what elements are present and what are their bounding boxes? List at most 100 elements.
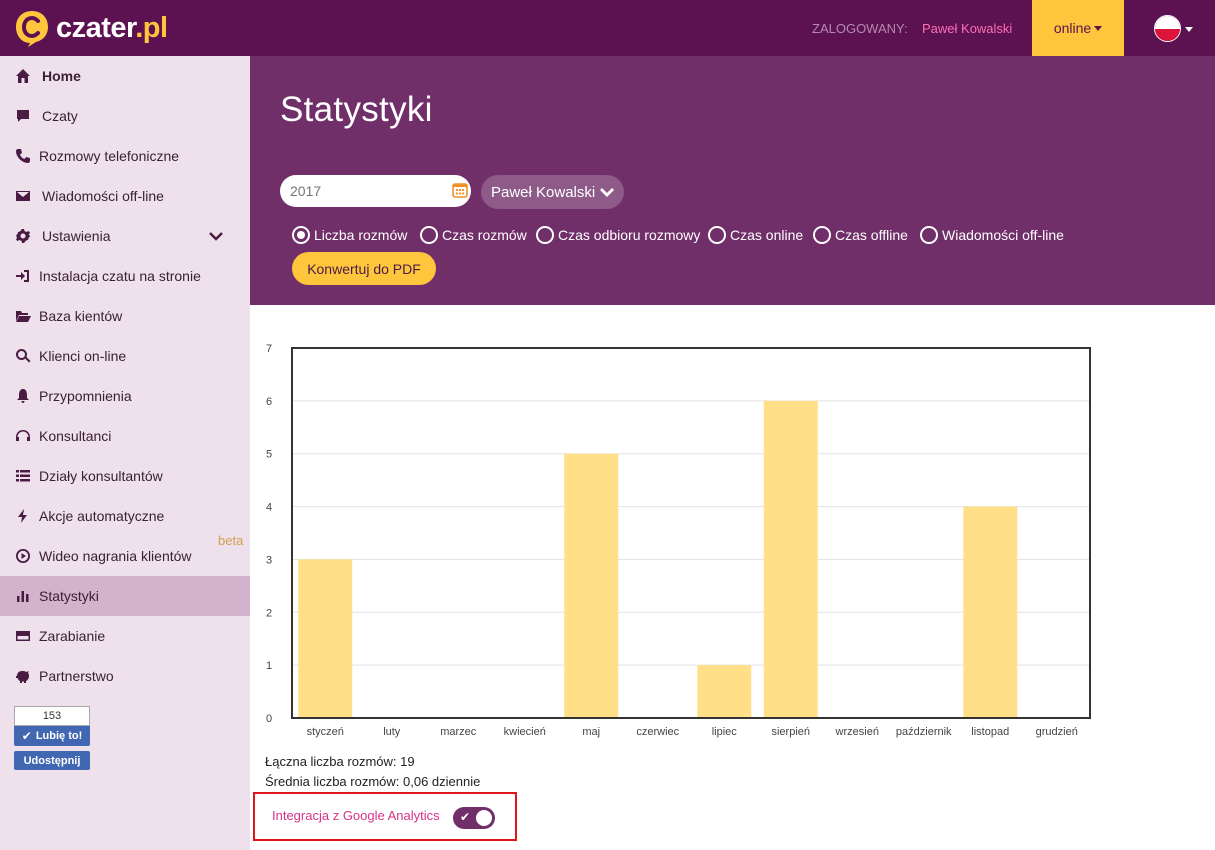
x-tick-label: marzec <box>440 726 477 738</box>
logged-in-user[interactable]: Paweł Kowalski <box>922 21 1012 36</box>
bar-maj[interactable] <box>564 453 619 718</box>
logo-suffix: .pl <box>135 11 168 44</box>
facebook-like-button[interactable]: ✔ Lubię to! <box>14 726 90 746</box>
bar-styczeń[interactable] <box>298 559 353 718</box>
sidebar-item-label: Wideo nagrania klientów <box>39 548 192 564</box>
x-tick-label: listopad <box>971 726 1009 738</box>
google-analytics-toggle[interactable]: ✔ <box>453 807 495 829</box>
sidebar-item-departments[interactable]: Działy konsultantów <box>0 456 250 496</box>
credit-card-icon <box>14 627 32 645</box>
radio-button[interactable] <box>292 226 310 244</box>
toggle-knob <box>476 810 492 826</box>
radio-label: Wiadomości off-line <box>942 227 1064 243</box>
radio-offline-messages[interactable]: Wiadomości off-line <box>920 226 1064 244</box>
sidebar-item-label: Klienci on-line <box>39 348 127 364</box>
consultant-select[interactable]: Paweł Kowalski <box>481 175 624 209</box>
chat-icon <box>14 107 32 125</box>
radio-online-time[interactable]: Czas online <box>708 226 803 244</box>
sidebar-item-home[interactable]: Home <box>0 56 250 96</box>
google-analytics-integration: Integracja z Google Analytics ✔ <box>253 792 517 841</box>
status-dropdown[interactable]: online <box>1032 0 1124 56</box>
sidebar-item-statistics[interactable]: Statystyki <box>0 576 250 616</box>
sidebar-item-automations[interactable]: Akcje automatyczne <box>0 496 250 536</box>
page-title: Statystyki <box>280 90 433 129</box>
gear-icon <box>14 227 32 245</box>
x-tick-label: styczeń <box>307 726 344 738</box>
sidebar-item-consultants[interactable]: Konsultanci <box>0 416 250 456</box>
y-tick-label: 6 <box>266 396 272 408</box>
search-icon <box>14 347 32 365</box>
sidebar-item-partnership[interactable]: Partnerstwo <box>0 656 250 696</box>
top-bar: czater.pl ZALOGOWANY: Paweł Kowalski onl… <box>0 0 1215 56</box>
x-tick-label: sierpień <box>771 726 810 738</box>
calendar-icon[interactable] <box>452 182 468 198</box>
x-tick-label: grudzień <box>1036 726 1078 738</box>
x-tick-label: wrzesień <box>835 726 879 738</box>
radio-button[interactable] <box>420 226 438 244</box>
sidebar-item-video-recordings[interactable]: Wideo nagrania klientów beta <box>0 533 250 576</box>
bar-listopad[interactable] <box>963 506 1018 718</box>
radio-button[interactable] <box>708 226 726 244</box>
radio-label: Czas offline <box>835 227 908 243</box>
sidebar-item-czaty[interactable]: Czaty <box>0 96 250 136</box>
radio-conversations-time[interactable]: Czas rozmów <box>420 226 527 244</box>
sidebar-item-label: Instalacja czatu na stronie <box>39 268 201 284</box>
sidebar-item-clients-online[interactable]: Klienci on-line <box>0 336 250 376</box>
convert-pdf-label: Konwertuj do PDF <box>307 260 421 277</box>
average-conversations: Średnia liczba rozmów: 0,06 dziennie <box>265 774 481 789</box>
sidebar-item-label: Przypomnienia <box>39 388 132 404</box>
sidebar-item-offline-messages[interactable]: Wiadomości off-line <box>0 176 250 216</box>
radio-offline-time[interactable]: Czas offline <box>813 226 908 244</box>
x-tick-label: październik <box>896 726 952 738</box>
year-input[interactable] <box>280 175 471 207</box>
logo[interactable]: czater.pl <box>14 9 168 47</box>
logged-in-label: ZALOGOWANY: <box>812 21 908 36</box>
chevron-down-icon <box>1094 25 1103 31</box>
bolt-icon <box>14 507 32 525</box>
list-icon <box>14 467 32 485</box>
home-icon <box>14 67 32 85</box>
sidebar-item-label: Zarabianie <box>39 628 106 644</box>
radio-label: Czas odbioru rozmowy <box>558 227 701 243</box>
radio-response-time[interactable]: Czas odbioru rozmowy <box>536 226 700 244</box>
x-tick-label: lipiec <box>712 726 738 738</box>
conversations-bar-chart: 0 1 2 3 4 5 6 7 styczeń luty marzec kwiecień maj czer… <box>266 343 1091 738</box>
y-tick-label: 5 <box>266 449 272 461</box>
sign-in-icon <box>14 267 32 285</box>
bar-chart-icon <box>14 587 32 605</box>
sidebar-item-reminders[interactable]: Przypomnienia <box>0 376 250 416</box>
radio-conversations-count[interactable]: Liczba rozmów <box>292 226 407 244</box>
piggy-bank-icon <box>14 667 32 685</box>
x-tick-label: maj <box>582 726 600 738</box>
statistics-header: Statystyki Paweł Kowalski Liczba rozmów … <box>250 56 1215 305</box>
y-tick-label: 2 <box>266 607 272 619</box>
convert-pdf-button[interactable]: Konwertuj do PDF <box>292 252 436 285</box>
sidebar-item-label: Home <box>42 68 81 84</box>
consultant-select-value: Paweł Kowalski <box>491 183 596 201</box>
sidebar-item-settings[interactable]: Ustawienia <box>0 216 250 256</box>
y-tick-label: 3 <box>266 554 272 566</box>
play-circle-icon <box>14 547 32 565</box>
sidebar-item-installation[interactable]: Instalacja czatu na stronie <box>0 256 250 296</box>
sidebar-item-phone[interactable]: Rozmowy telefoniczne <box>0 136 250 176</box>
logo-icon <box>16 11 48 47</box>
bar-lipiec[interactable] <box>697 665 752 718</box>
radio-button[interactable] <box>536 226 554 244</box>
facebook-like-label: Lubię to! <box>35 730 83 742</box>
sidebar-item-label: Baza kientów <box>39 308 123 324</box>
facebook-share-button[interactable]: Udostępnij <box>14 751 90 770</box>
sidebar-item-label: Statystyki <box>39 588 99 604</box>
y-tick-label: 7 <box>266 343 272 355</box>
chevron-down-icon <box>600 188 614 197</box>
x-tick-label: kwiecień <box>504 726 546 738</box>
language-flag-icon[interactable] <box>1154 15 1181 42</box>
language-caret-icon[interactable] <box>1185 27 1193 32</box>
bar-sierpień[interactable] <box>763 400 818 718</box>
radio-button[interactable] <box>813 226 831 244</box>
total-conversations: Łączna liczba rozmów: 19 <box>265 754 415 769</box>
envelope-icon <box>14 187 32 205</box>
chevron-down-icon[interactable] <box>209 229 223 243</box>
sidebar-item-earning[interactable]: Zarabianie <box>0 616 250 656</box>
sidebar-item-clients-base[interactable]: Baza kientów <box>0 296 250 336</box>
radio-button[interactable] <box>920 226 938 244</box>
